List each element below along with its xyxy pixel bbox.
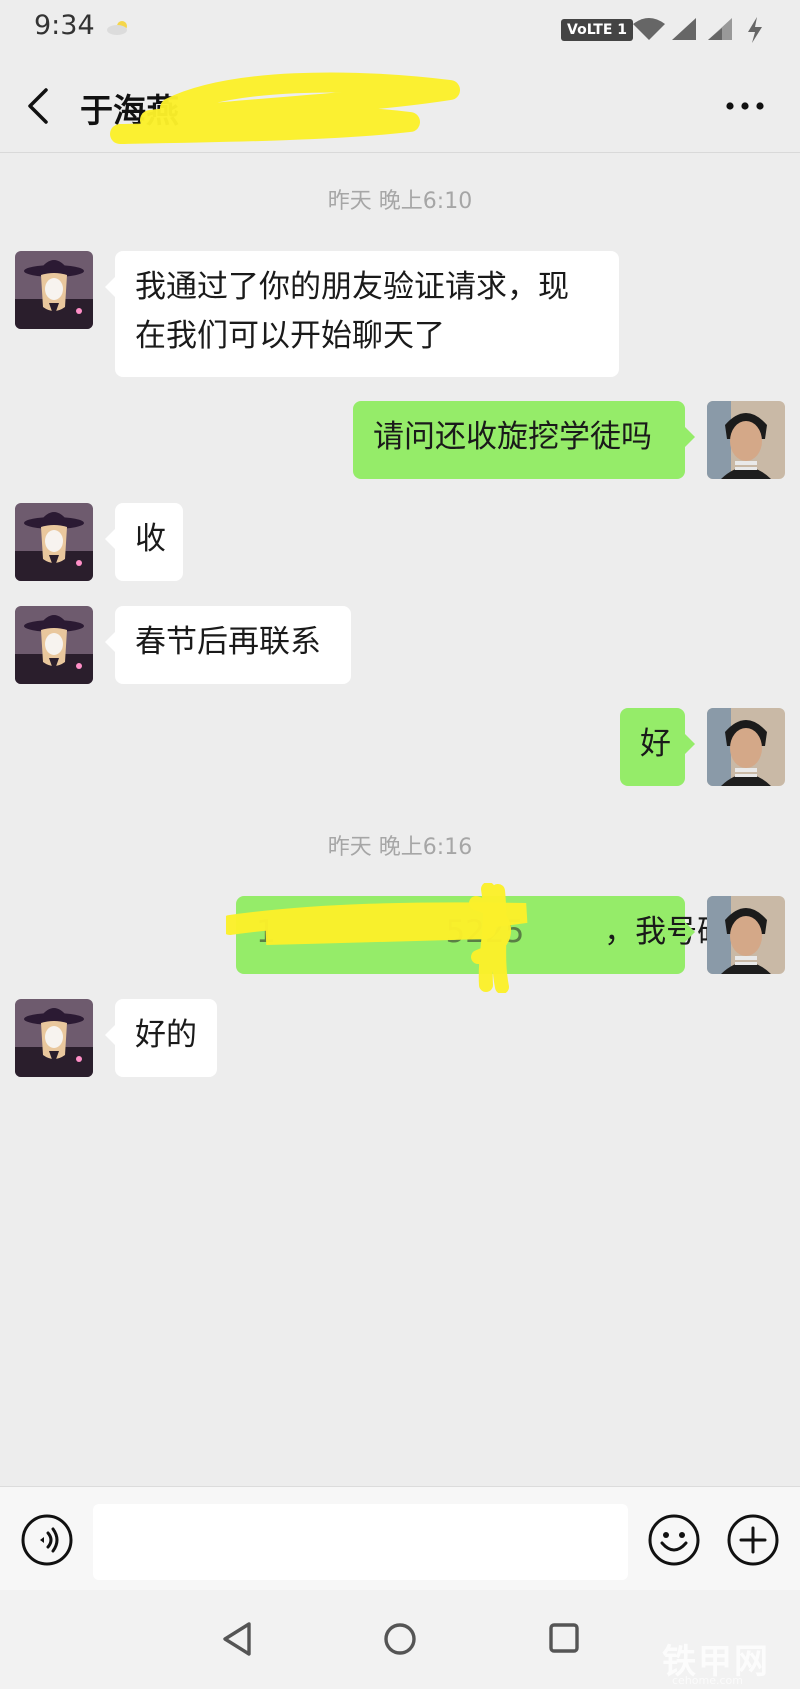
voice-icon[interactable] <box>20 1513 74 1567</box>
my-avatar[interactable] <box>707 896 785 974</box>
my-avatar[interactable] <box>707 708 785 786</box>
contact-avatar[interactable] <box>15 999 93 1077</box>
input-bar <box>0 1486 800 1591</box>
message-bubble-in[interactable]: 好的 <box>105 999 217 1077</box>
signal-icon <box>708 18 732 40</box>
contact-avatar[interactable] <box>15 606 93 684</box>
weather-cloud-icon <box>107 21 127 35</box>
watermark-sub: cehome.com <box>672 1674 743 1687</box>
nav-home-circle-icon[interactable] <box>382 1620 418 1658</box>
wifi-icon <box>633 18 665 40</box>
message-bubble-out[interactable]: 好 <box>620 708 695 786</box>
back-button[interactable] <box>20 84 60 128</box>
message-input[interactable] <box>93 1504 628 1580</box>
message-text: 好 <box>640 726 671 762</box>
message-text: 请问还收旋挖学徒吗 <box>373 419 652 455</box>
nav-back-triangle-icon[interactable] <box>219 1620 255 1658</box>
more-button[interactable] <box>720 88 770 124</box>
message-text: 收 <box>135 521 166 557</box>
charging-icon <box>748 17 762 43</box>
my-avatar[interactable] <box>707 401 785 479</box>
volte-badge: VoLTE 1 <box>561 19 634 41</box>
contact-avatar[interactable] <box>15 503 93 581</box>
message-bubble-in[interactable]: 我通过了你的朋友验证请求，现 在我们可以开始聊天了 <box>105 251 619 377</box>
timestamp: 昨天 晚上6:16 <box>327 835 473 860</box>
status-time: 9:34 <box>34 10 95 41</box>
chat-header: 于海燕 <box>0 60 800 153</box>
contact-avatar[interactable] <box>15 251 93 329</box>
nav-recents-square-icon[interactable] <box>547 1621 581 1655</box>
status-bar: 9:34 VoLTE 1 <box>0 0 800 60</box>
redaction-scribble <box>226 883 528 993</box>
redaction-scribble <box>110 72 460 144</box>
chat-area: 昨天 晚上6:10 我通过了你的朋友验证请求，现 在我们可以开始聊天了 请问还收… <box>0 153 800 1485</box>
message-text: 我通过了你的朋友验证请求，现 <box>135 269 569 305</box>
timestamp: 昨天 晚上6:10 <box>327 189 473 214</box>
message-text: 春节后再联系 <box>135 624 321 660</box>
message-bubble-in[interactable]: 收 <box>105 503 183 581</box>
message-text: 在我们可以开始聊天了 <box>135 318 445 354</box>
plus-circle-icon[interactable] <box>726 1513 780 1567</box>
signal-icon <box>672 18 696 40</box>
message-bubble-out[interactable]: 请问还收旋挖学徒吗 <box>353 401 695 479</box>
message-text: 好的 <box>135 1017 197 1053</box>
emoji-icon[interactable] <box>647 1513 701 1567</box>
message-bubble-in[interactable]: 春节后再联系 <box>105 606 351 684</box>
